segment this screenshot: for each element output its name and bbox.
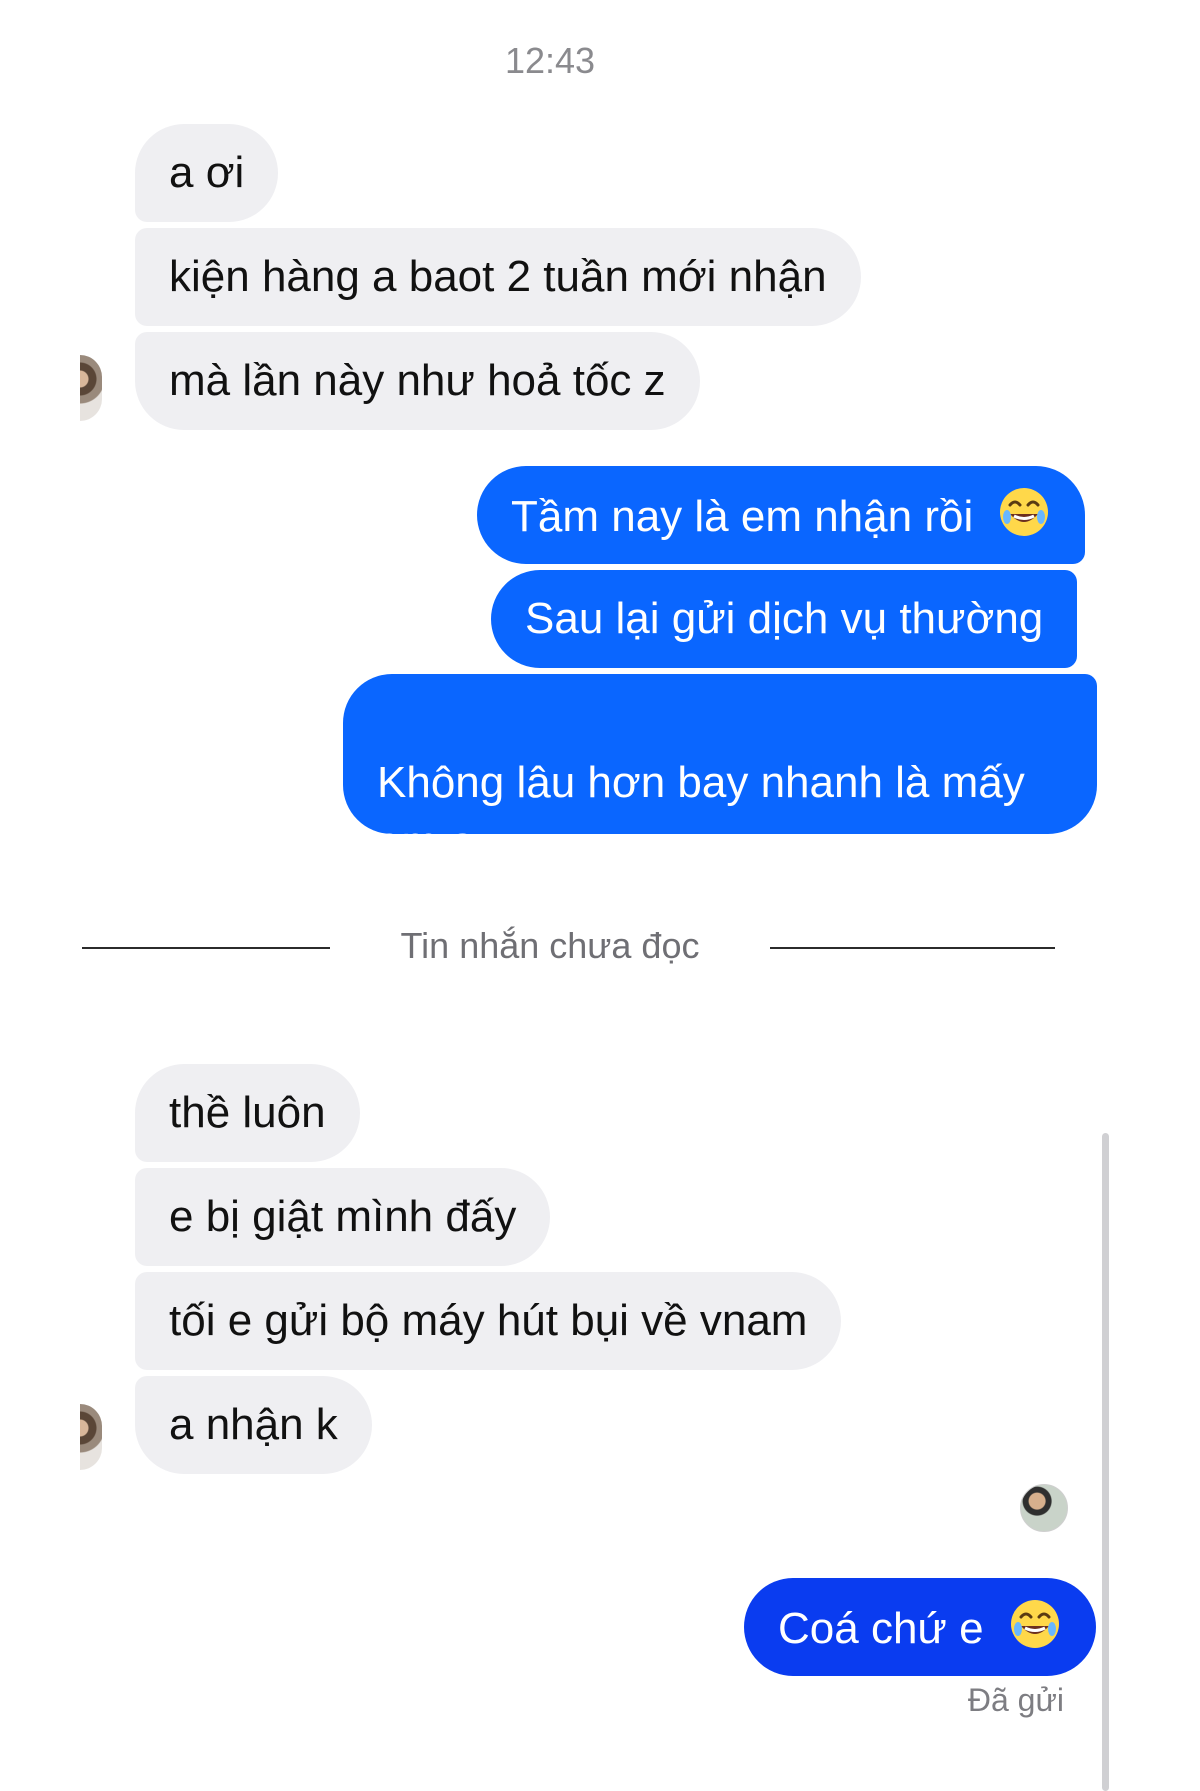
face-with-tears-of-joy-icon: [1000, 488, 1049, 536]
face-with-tears-of-joy-icon: [1010, 1600, 1059, 1648]
message-text: Coá chứ e: [778, 1604, 984, 1653]
delivery-status: Đã gửi: [967, 1682, 1064, 1718]
message-text: a nhận k: [169, 1400, 338, 1449]
message-text: Tầm nay là em nhận rồi: [511, 492, 974, 541]
message-text: Không lâu hơn bay nhanh là mấy em ạ: [377, 758, 1025, 867]
incoming-message-bubble[interactable]: e bị giật mình đấy: [135, 1168, 551, 1266]
message-text: kiện hàng a baot 2 tuần mới nhận: [169, 252, 827, 301]
outgoing-message-bubble[interactable]: Coá chứ e: [744, 1578, 1096, 1676]
incoming-message-bubble[interactable]: thề luôn: [135, 1064, 360, 1162]
message-text: Sau lại gửi dịch vụ thường: [525, 594, 1044, 643]
chat-thread[interactable]: 12:43 a ơi kiện hàng a baot 2 tuần mới n…: [0, 0, 1200, 1791]
outgoing-message-bubble[interactable]: Sau lại gửi dịch vụ thường: [491, 570, 1078, 668]
unread-divider-line-left: [82, 947, 330, 949]
contact-avatar[interactable]: [80, 355, 102, 421]
message-text: thề luôn: [169, 1088, 326, 1137]
incoming-message-bubble[interactable]: a nhận k: [135, 1376, 372, 1474]
scrollbar[interactable]: [1102, 1133, 1109, 1791]
incoming-message-bubble[interactable]: kiện hàng a baot 2 tuần mới nhận: [135, 228, 861, 326]
contact-avatar[interactable]: [80, 1404, 102, 1470]
incoming-message-bubble[interactable]: tối e gửi bộ máy hút bụi về vnam: [135, 1272, 842, 1370]
message-text: a ơi: [169, 148, 245, 197]
outgoing-message-bubble[interactable]: Tầm nay là em nhận rồi: [477, 466, 1086, 564]
message-timestamp: 12:43: [504, 40, 596, 81]
message-text: mà lần này như hoả tốc z: [169, 356, 666, 405]
outgoing-message-bubble[interactable]: Không lâu hơn bay nhanh là mấy em ạ: [343, 674, 1097, 867]
seen-receipt-avatar: [1020, 1484, 1068, 1532]
incoming-message-bubble[interactable]: a ơi: [135, 124, 279, 222]
incoming-message-bubble[interactable]: mà lần này như hoả tốc z: [135, 332, 700, 430]
message-text: tối e gửi bộ máy hút bụi về vnam: [169, 1296, 808, 1345]
unread-divider-label: Tin nhắn chưa đọc: [400, 925, 700, 966]
unread-divider-line-right: [770, 947, 1055, 949]
message-text: e bị giật mình đấy: [169, 1192, 517, 1241]
